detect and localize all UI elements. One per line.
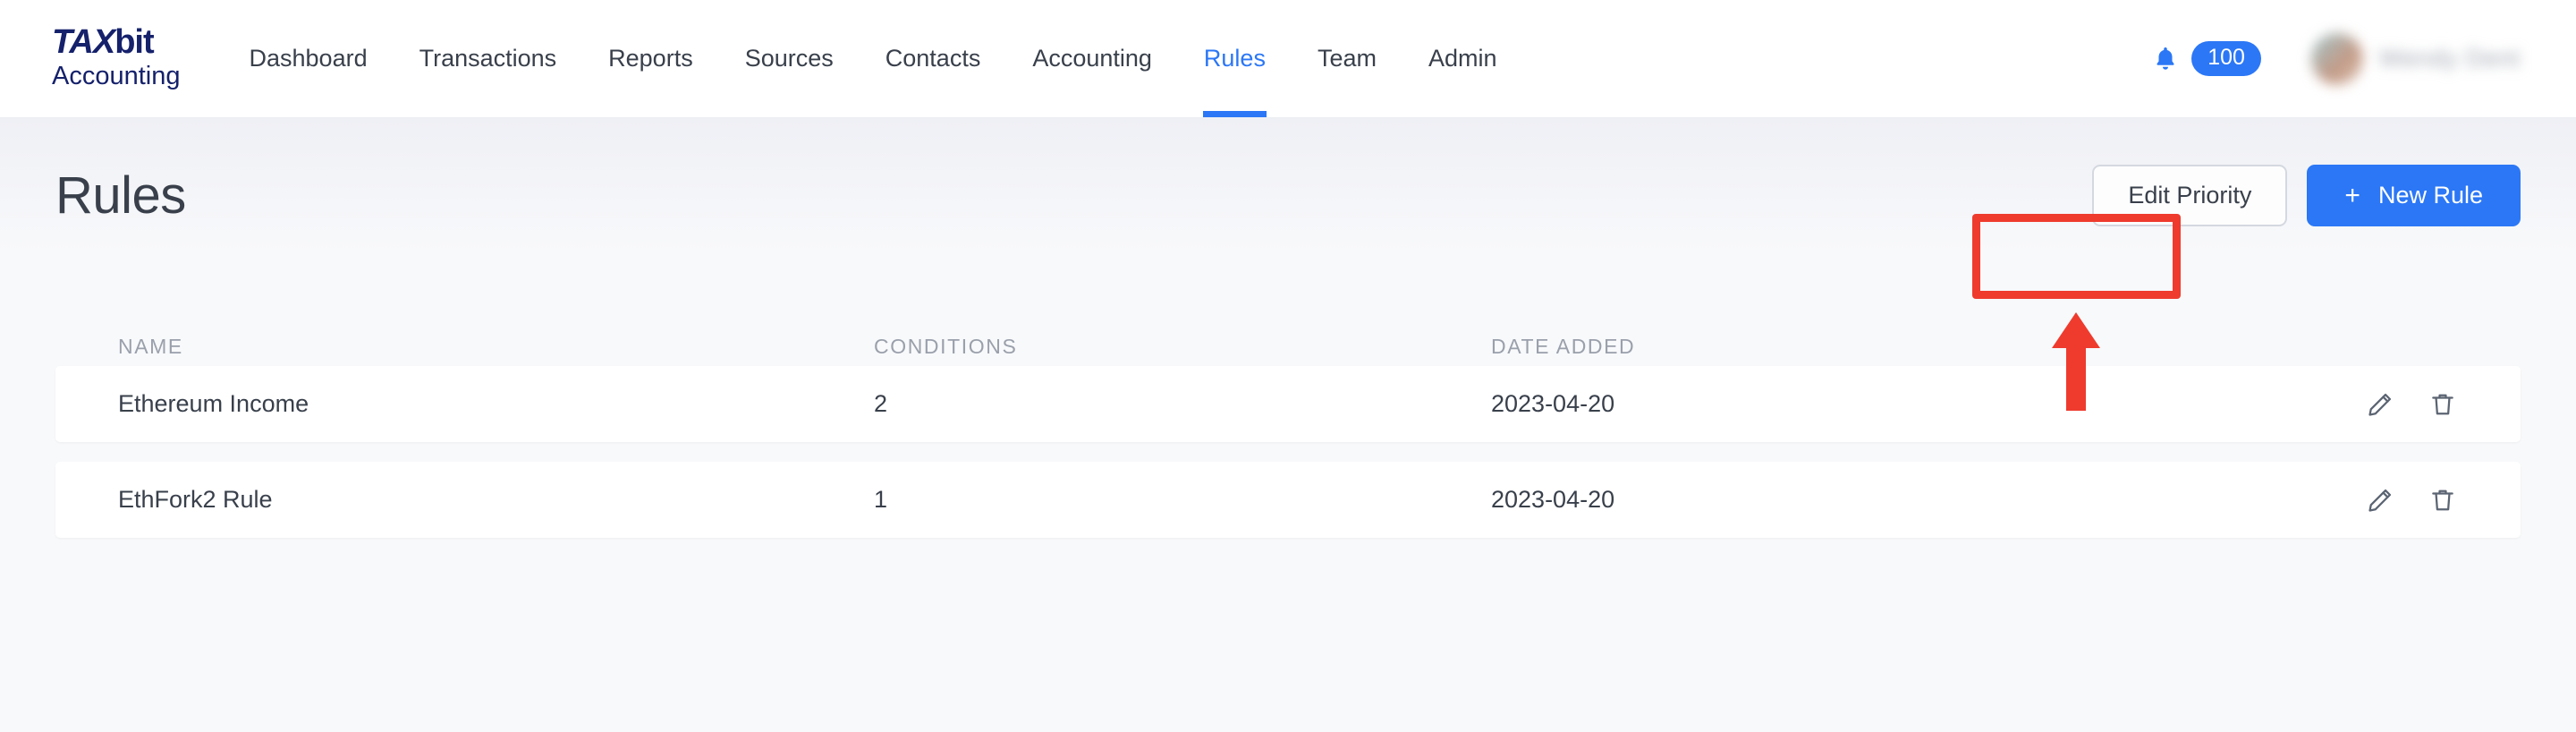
table-row[interactable]: EthFork2 Rule 1 2023-04-20 <box>55 462 2521 538</box>
notification-count-badge: 100 <box>2191 41 2261 76</box>
nav-links: Dashboard Transactions Reports Sources C… <box>224 0 1523 117</box>
avatar <box>2311 33 2363 85</box>
row-actions <box>2234 485 2458 515</box>
pencil-icon[interactable] <box>2365 389 2395 420</box>
nav-right-cluster: 100 Wendy Dent <box>2152 33 2521 85</box>
page-title: Rules <box>55 166 186 226</box>
brand-logo-tax: TAX <box>52 23 114 61</box>
nav-item-sources[interactable]: Sources <box>719 0 860 117</box>
annotation-highlight-box <box>1972 214 2181 299</box>
column-header-conditions: CONDITIONS <box>874 335 1491 359</box>
rule-name: Ethereum Income <box>118 390 874 418</box>
nav-active-indicator <box>1203 111 1267 117</box>
column-header-date-added: DATE ADDED <box>1491 335 2234 359</box>
rules-table: NAME CONDITIONS DATE ADDED Ethereum Inco… <box>55 327 2521 538</box>
nav-item-label: Dashboard <box>250 45 368 72</box>
pencil-icon[interactable] <box>2365 485 2395 515</box>
nav-item-label: Admin <box>1428 45 1497 72</box>
notifications-button[interactable]: 100 <box>2152 41 2261 76</box>
trash-icon[interactable] <box>2428 485 2458 515</box>
nav-item-admin[interactable]: Admin <box>1402 0 1523 117</box>
page-header: Rules Edit Priority + New Rule <box>55 118 2521 226</box>
rule-date-added: 2023-04-20 <box>1491 390 2234 418</box>
trash-icon[interactable] <box>2428 389 2458 420</box>
new-rule-label: New Rule <box>2378 182 2483 209</box>
rule-conditions: 1 <box>874 486 1491 514</box>
page-header-actions: Edit Priority + New Rule <box>2092 165 2521 226</box>
new-rule-button[interactable]: + New Rule <box>2307 165 2521 226</box>
top-navigation-bar: TAXbit Accounting Dashboard Transactions… <box>0 0 2576 118</box>
nav-item-transactions[interactable]: Transactions <box>394 0 583 117</box>
page-content: Rules Edit Priority + New Rule NAME COND… <box>0 118 2576 732</box>
nav-item-accounting[interactable]: Accounting <box>1006 0 1178 117</box>
nav-item-label: Contacts <box>886 45 981 72</box>
brand-logo[interactable]: TAXbit Accounting <box>52 25 181 91</box>
rule-name: EthFork2 Rule <box>118 486 874 514</box>
rule-conditions: 2 <box>874 390 1491 418</box>
column-header-name: NAME <box>118 335 874 359</box>
nav-item-label: Rules <box>1204 45 1266 72</box>
row-actions <box>2234 389 2458 420</box>
nav-item-team[interactable]: Team <box>1292 0 1402 117</box>
brand-logo-bit: bit <box>114 23 153 61</box>
nav-item-dashboard[interactable]: Dashboard <box>224 0 394 117</box>
nav-item-label: Accounting <box>1032 45 1152 72</box>
edit-priority-button[interactable]: Edit Priority <box>2092 165 2287 226</box>
nav-item-reports[interactable]: Reports <box>582 0 719 117</box>
user-name-label: Wendy Dent <box>2379 45 2521 72</box>
brand-logo-mark: TAXbit <box>52 25 181 59</box>
user-menu[interactable]: Wendy Dent <box>2311 33 2521 85</box>
nav-item-contacts[interactable]: Contacts <box>860 0 1007 117</box>
bell-icon <box>2152 44 2179 73</box>
plus-icon: + <box>2344 183 2360 209</box>
table-row[interactable]: Ethereum Income 2 2023-04-20 <box>55 366 2521 442</box>
nav-item-label: Sources <box>745 45 834 72</box>
nav-item-rules[interactable]: Rules <box>1178 0 1292 117</box>
brand-logo-subtitle: Accounting <box>52 62 181 91</box>
table-header-row: NAME CONDITIONS DATE ADDED <box>55 327 2521 366</box>
nav-item-label: Team <box>1318 45 1377 72</box>
nav-item-label: Transactions <box>419 45 557 72</box>
rule-date-added: 2023-04-20 <box>1491 486 2234 514</box>
nav-item-label: Reports <box>608 45 693 72</box>
